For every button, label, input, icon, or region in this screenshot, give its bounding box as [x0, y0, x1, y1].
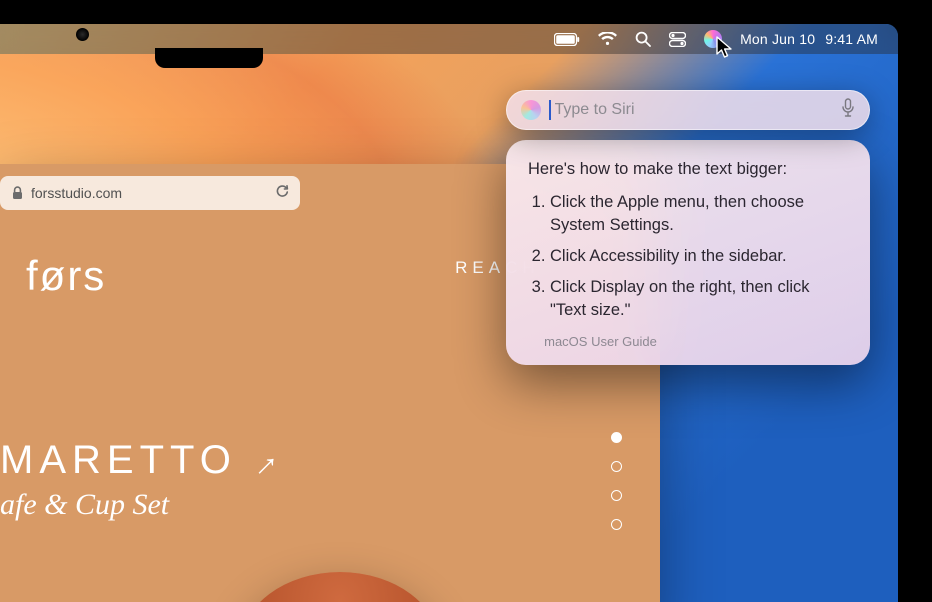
menubar-time[interactable]: 9:41 AM [825, 31, 878, 47]
siri-text-input[interactable] [555, 101, 834, 119]
siri-step-3: Click Display on the right, then click "… [550, 276, 850, 322]
carousel-dots [611, 432, 622, 530]
hero-subtitle: afe & Cup Set [0, 488, 169, 522]
display-notch [155, 48, 263, 68]
carousel-dot-1[interactable] [611, 432, 622, 443]
carousel-dot-2[interactable] [611, 461, 622, 472]
menubar-date[interactable]: Mon Jun 10 [740, 31, 815, 47]
siri-response-card: Here's how to make the text bigger: Clic… [506, 140, 870, 365]
text-caret [549, 100, 551, 120]
hero-title[interactable]: MARETTO→ [0, 438, 285, 483]
spotlight-icon[interactable] [635, 31, 651, 47]
siri-source-link[interactable]:  macOS User Guide [528, 333, 850, 351]
control-center-icon[interactable] [669, 32, 686, 47]
address-bar[interactable]: forsstudio.com [0, 176, 300, 210]
apple-logo-icon:  [528, 333, 538, 351]
product-image [240, 572, 440, 602]
siri-menubar-icon[interactable] [704, 30, 722, 48]
battery-icon[interactable] [554, 33, 580, 46]
siri-step-2: Click Accessibility in the sidebar. [550, 245, 850, 268]
carousel-dot-3[interactable] [611, 490, 622, 501]
menubar: Mon Jun 10 9:41 AM [0, 24, 898, 54]
microphone-icon[interactable] [841, 98, 855, 123]
siri-input-panel [506, 90, 870, 130]
siri-heading: Here's how to make the text bigger: [528, 158, 850, 181]
reload-icon[interactable] [275, 184, 290, 202]
wifi-icon[interactable] [598, 32, 617, 46]
url-text: forsstudio.com [31, 185, 267, 201]
carousel-dot-4[interactable] [611, 519, 622, 530]
siri-step-1: Click the Apple menu, then choose System… [550, 191, 850, 237]
screen: Mon Jun 10 9:41 AM forsstudio.com førs R… [0, 24, 898, 602]
lock-icon [12, 186, 23, 200]
camera-dot [76, 28, 89, 41]
siri-icon [521, 100, 541, 120]
